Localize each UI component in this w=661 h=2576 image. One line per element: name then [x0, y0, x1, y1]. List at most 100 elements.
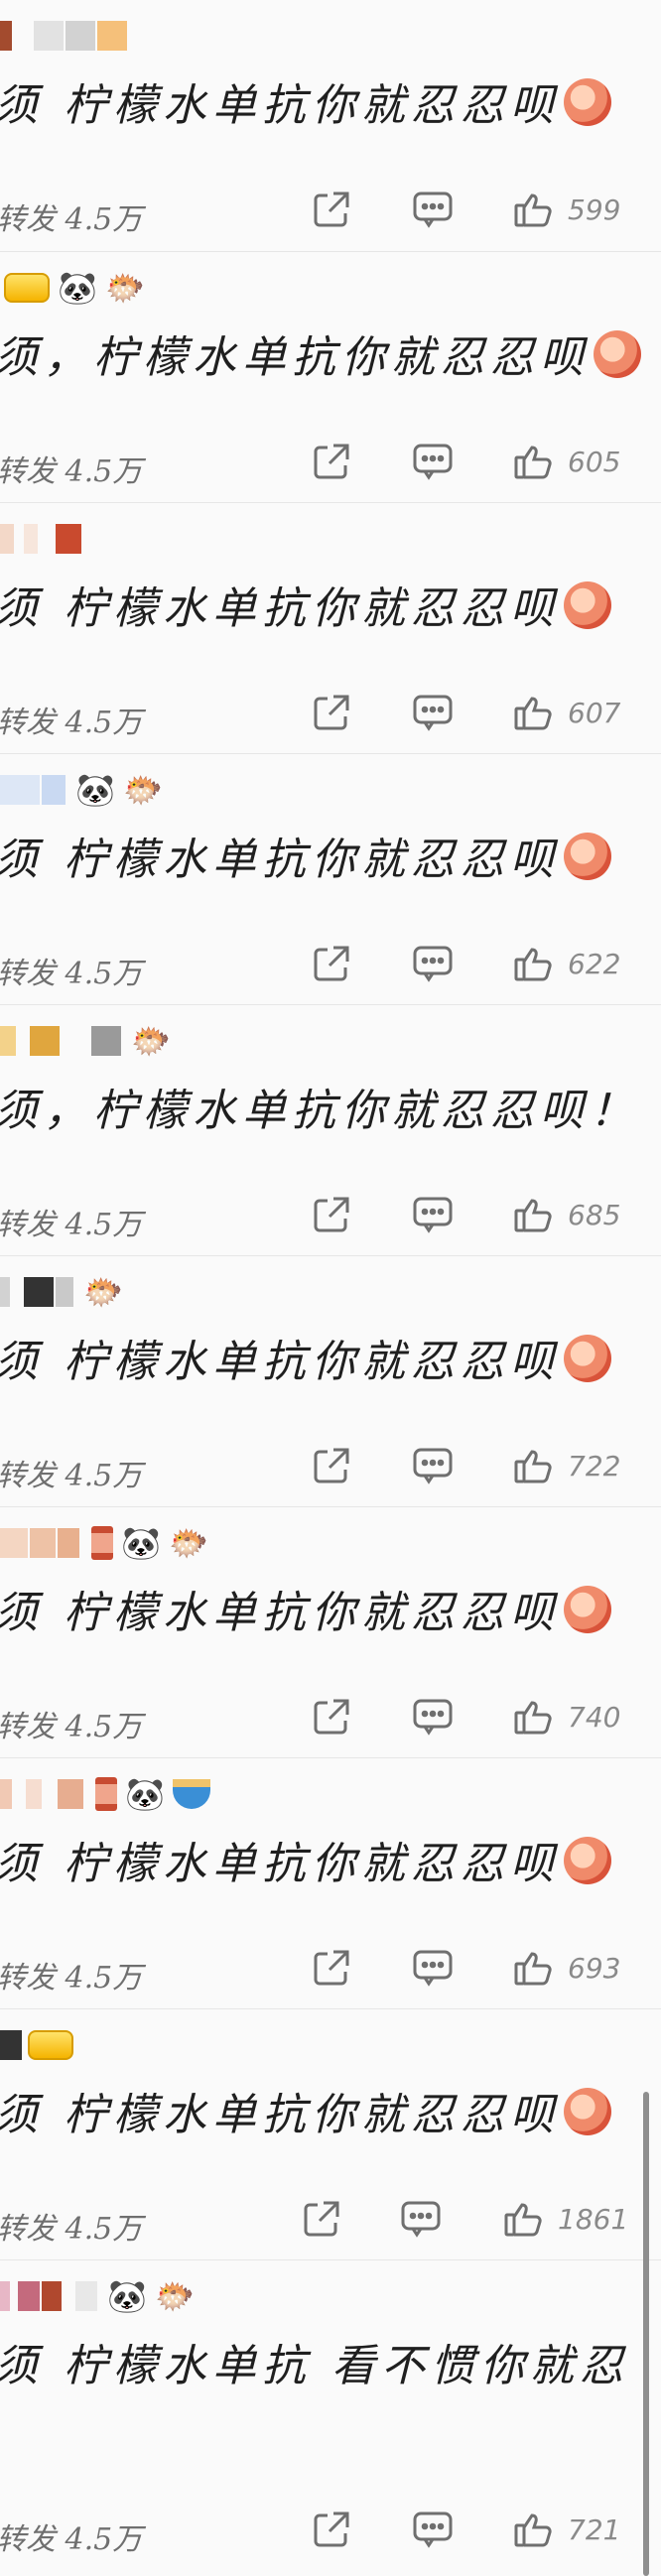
share-icon [304, 2201, 339, 2237]
hourglass-emoji-icon [91, 1526, 113, 1560]
like-button[interactable]: 685 [512, 1192, 620, 1237]
sticker-emoji-icon [564, 2088, 611, 2135]
post-actions: 转发 4.5万 721 [0, 2507, 661, 2557]
user-name-mosaic[interactable] [0, 14, 129, 58]
repost-count: 转发 4.5万 [0, 2212, 143, 2247]
feed-post: 须 柠檬水单抗你就忍忍呗 转发 4.5万 599 [0, 0, 661, 251]
user-name-mosaic[interactable]: 🐼 [0, 1772, 210, 1816]
like-button[interactable]: 693 [512, 1945, 620, 1991]
comment-button[interactable] [411, 1945, 455, 1991]
comment-button[interactable] [411, 2507, 455, 2552]
comment-button[interactable] [411, 941, 455, 986]
feed-post: 🐼 🐡 须，柠檬水单抗你就忍忍呗 转发 4.5万 605 [0, 251, 661, 502]
post-text: 须，柠檬水单抗你就忍忍呗！ [0, 1086, 639, 1136]
feed-post: 🐼 🐡 须 柠檬水单抗你就忍忍呗 转发 4.5万 740 [0, 1506, 661, 1757]
like-count: 740 [568, 1700, 621, 1734]
comment-icon [401, 2201, 441, 2238]
comment-icon [413, 695, 453, 731]
comment-icon [413, 1950, 453, 1987]
like-count: 622 [568, 947, 621, 980]
comment-button[interactable] [411, 439, 455, 484]
fish-emoji-icon: 🐡 [105, 269, 145, 307]
comment-button[interactable] [411, 1694, 455, 1739]
repost-count: 转发 4.5万 [0, 1710, 143, 1744]
comment-button[interactable] [411, 187, 455, 232]
user-name-mosaic[interactable] [0, 517, 83, 561]
share-icon [314, 1448, 349, 1483]
comment-button[interactable] [399, 2196, 443, 2242]
feed-post: 须 柠檬水单抗你就忍忍呗 转发 4.5万 1861 [0, 2008, 661, 2259]
feed-post: 🐼 须 柠檬水单抗你就忍忍呗 转发 4.5万 693 [0, 1757, 661, 2008]
user-name-mosaic[interactable] [0, 2023, 73, 2067]
user-name-mosaic[interactable]: 🐼 🐡 [0, 1521, 208, 1565]
repost-count: 转发 4.5万 [0, 957, 143, 991]
user-name-mosaic[interactable]: 🐡 [0, 1019, 171, 1063]
comment-button[interactable] [411, 690, 455, 735]
like-button[interactable]: 622 [512, 941, 620, 986]
vip-badge-icon [4, 273, 50, 303]
panda-emoji-icon: 🐼 [58, 269, 97, 307]
scrollbar[interactable] [643, 2092, 649, 2576]
share-button[interactable] [310, 690, 353, 735]
share-button[interactable] [310, 439, 353, 484]
comment-button[interactable] [411, 1443, 455, 1488]
sticker-emoji-icon [564, 1586, 611, 1633]
sticker-emoji-icon [594, 330, 641, 378]
thumbs-up-icon [504, 2203, 542, 2237]
share-button[interactable] [310, 1694, 353, 1739]
panda-emoji-icon: 🐼 [121, 1524, 161, 1562]
repost-count: 转发 4.5万 [0, 2522, 143, 2557]
like-button[interactable]: 605 [512, 439, 620, 484]
post-actions: 转发 4.5万 599 [0, 187, 661, 237]
like-count: 685 [568, 1198, 621, 1231]
share-button[interactable] [310, 1443, 353, 1488]
thumbs-up-icon [514, 1701, 552, 1735]
post-text: 须 柠檬水单抗你就忍忍呗 [0, 573, 611, 636]
sticker-emoji-icon [564, 581, 611, 629]
like-button[interactable]: 740 [512, 1694, 620, 1739]
user-name-mosaic[interactable]: 🐼 🐡 [0, 2274, 195, 2318]
post-text: 须 柠檬水单抗你就忍忍呗 [0, 1577, 611, 1640]
comment-icon [413, 2512, 453, 2548]
user-name-mosaic[interactable]: 🐼 🐡 [0, 768, 163, 812]
sticker-emoji-icon [564, 1837, 611, 1884]
post-text: 须，柠檬水单抗你就忍忍呗 [0, 322, 641, 385]
share-icon [314, 946, 349, 981]
noodle-bowl-emoji-icon [173, 1779, 210, 1809]
share-icon [314, 2512, 349, 2547]
thumbs-up-icon [514, 2513, 552, 2547]
like-button[interactable]: 607 [512, 690, 620, 735]
comment-icon [413, 946, 453, 982]
like-count: 722 [568, 1449, 621, 1482]
like-button[interactable]: 722 [512, 1443, 620, 1488]
comment-button[interactable] [411, 1192, 455, 1237]
feed-post: 🐡 须，柠檬水单抗你就忍忍呗！ 转发 4.5万 685 [0, 1004, 661, 1255]
comment-icon [413, 444, 453, 480]
panda-emoji-icon: 🐼 [125, 1775, 165, 1813]
share-icon [314, 192, 349, 227]
share-button[interactable] [310, 187, 353, 232]
thumbs-up-icon [514, 697, 552, 730]
share-button[interactable] [310, 941, 353, 986]
post-actions: 转发 4.5万 685 [0, 1192, 661, 1242]
like-button[interactable]: 1861 [502, 2196, 628, 2242]
user-name-mosaic[interactable]: 🐼 🐡 [0, 266, 145, 310]
share-button[interactable] [310, 2507, 353, 2552]
fish-emoji-icon: 🐡 [155, 2277, 195, 2315]
like-count: 599 [568, 193, 621, 226]
feed-post: 🐼 🐡 须 柠檬水单抗 看不惯你就忍 转发 4.5万 721 [0, 2259, 661, 2576]
user-name-mosaic[interactable]: 🐡 [0, 1270, 123, 1314]
like-button[interactable]: 721 [512, 2507, 620, 2552]
like-count: 605 [568, 445, 621, 478]
sticker-emoji-icon [564, 1335, 611, 1382]
like-button[interactable]: 599 [512, 187, 620, 232]
thumbs-up-icon [514, 446, 552, 479]
post-actions: 转发 4.5万 722 [0, 1443, 661, 1493]
comment-icon [413, 1448, 453, 1484]
share-button[interactable] [310, 1192, 353, 1237]
share-button[interactable] [310, 1945, 353, 1991]
fish-emoji-icon: 🐡 [131, 1022, 171, 1060]
post-text: 须 柠檬水单抗 看不惯你就忍 [0, 2341, 629, 2391]
thumbs-up-icon [514, 1450, 552, 1483]
share-button[interactable] [300, 2196, 343, 2242]
